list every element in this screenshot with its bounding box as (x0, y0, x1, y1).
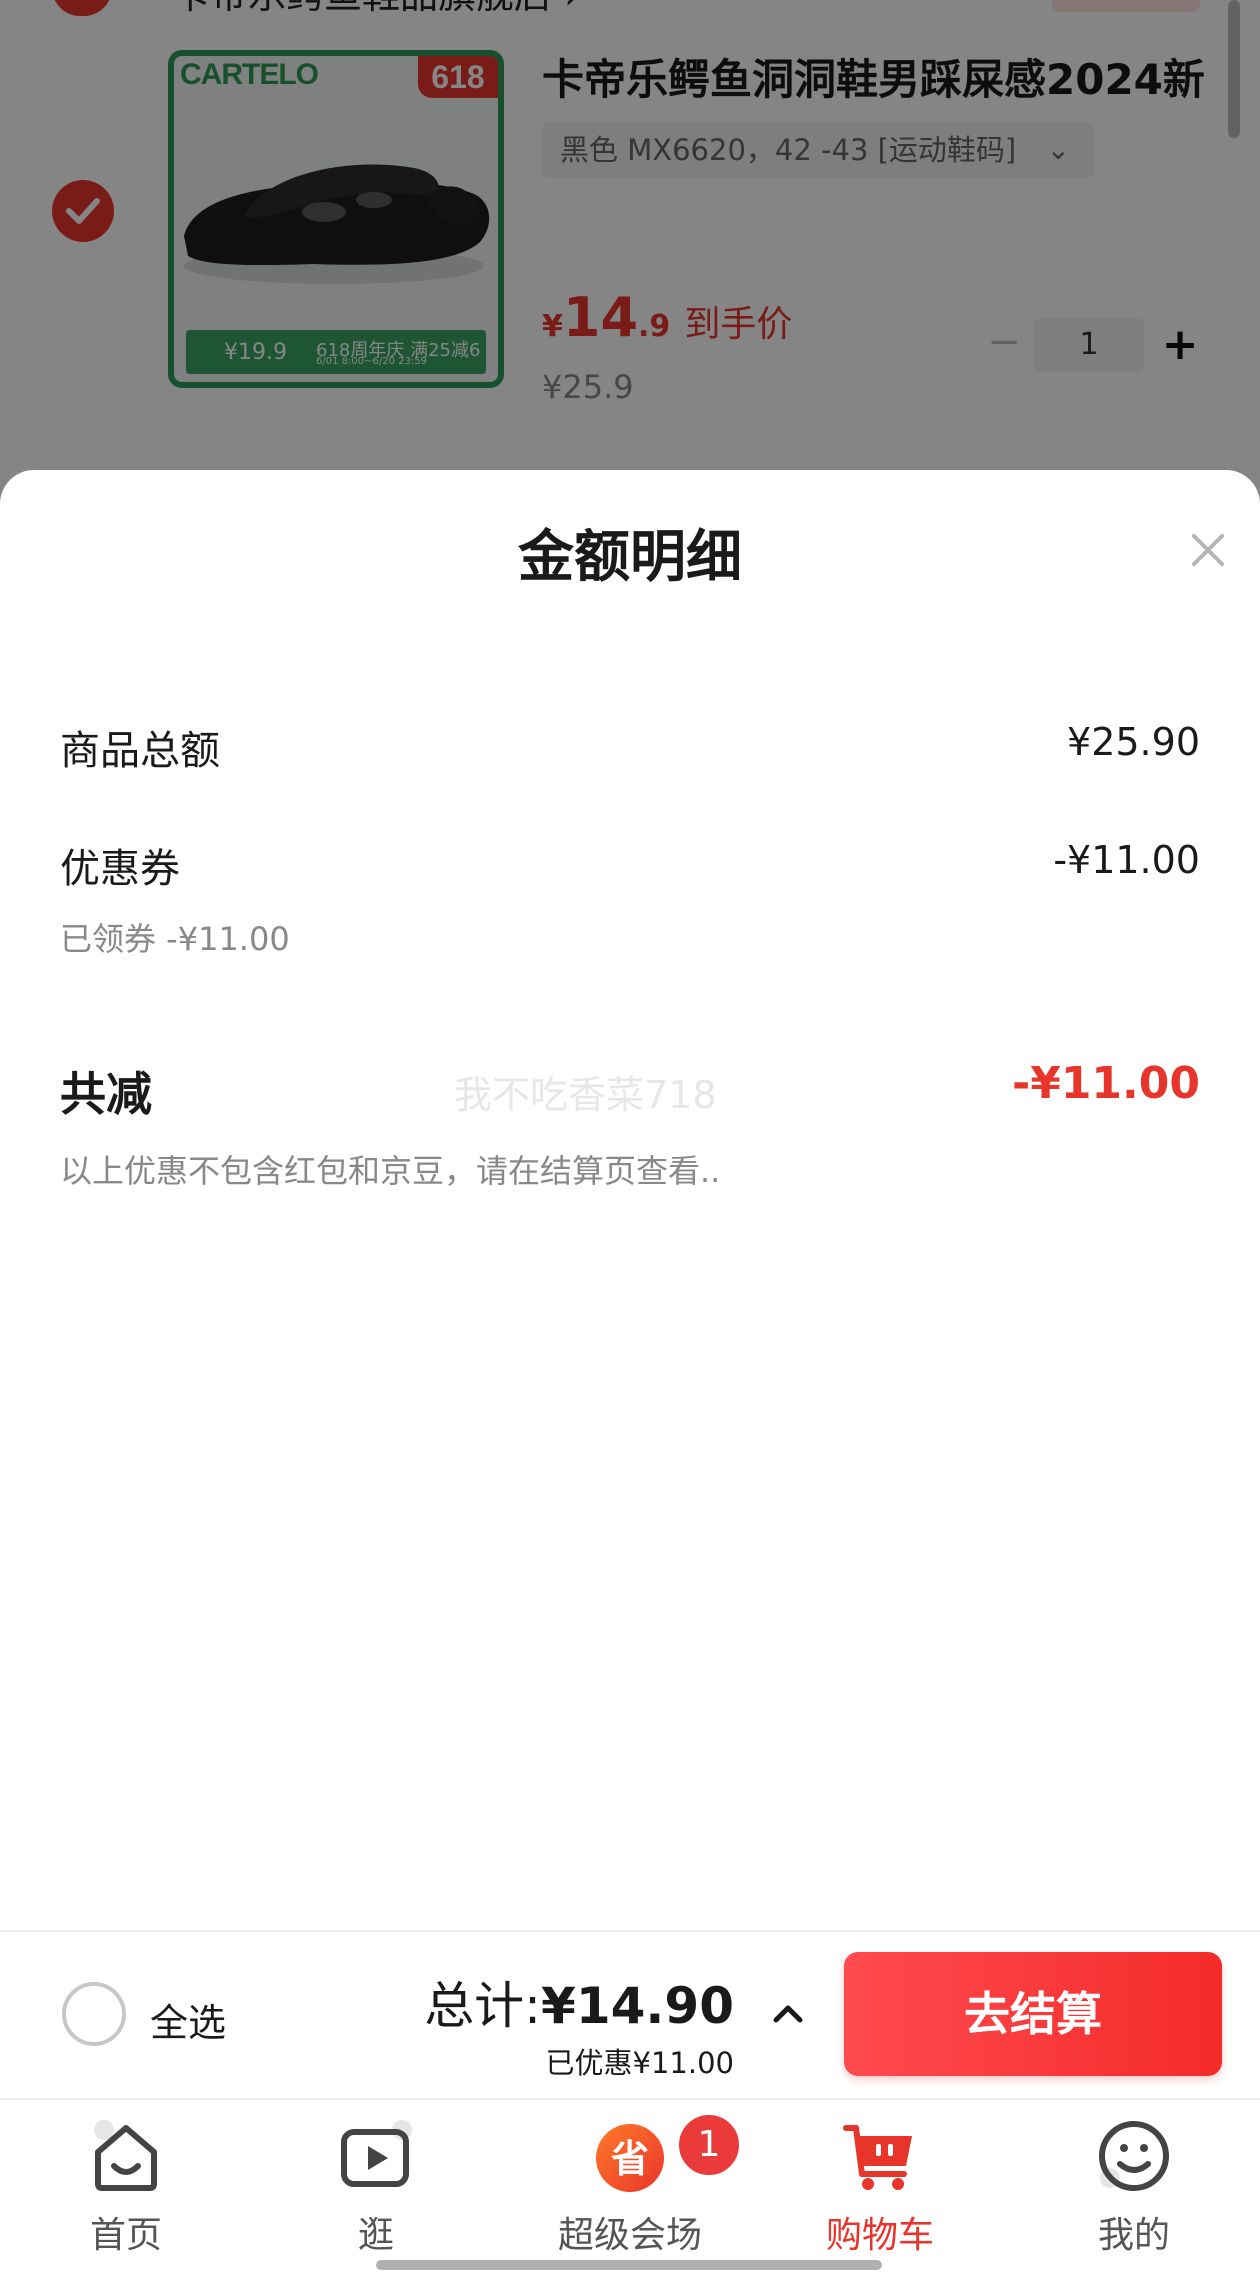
notification-badge: 1 (676, 2112, 742, 2178)
close-icon[interactable] (1186, 528, 1230, 572)
tab-home[interactable]: 首页 (26, 2100, 226, 2274)
total-reduction-label: 共减 (60, 1067, 152, 1121)
goods-total-label: 商品总额 (60, 728, 220, 774)
checkout-bar: 全选 总计:¥14.90 已优惠¥11.00 去结算 (0, 1930, 1260, 2098)
bottom-tab-bar: 首页 逛 省 1 超级会场 购物车 我的 (0, 2098, 1260, 2274)
home-icon (94, 2120, 157, 2191)
modal-overlay[interactable] (0, 0, 1260, 520)
saved-amount: 已优惠¥11.00 (545, 2046, 734, 2080)
amount-detail-sheet: 金额明细 商品总额 ¥25.90 优惠券 -¥11.00 已领券 -¥11.00… (0, 470, 1260, 1930)
tab-label-profile: 我的 (1097, 2215, 1170, 2256)
select-all-radio[interactable] (62, 1982, 126, 2046)
watermark-text: 我不吃香菜718 (454, 1073, 717, 1117)
sheet-title: 金额明细 (518, 525, 742, 590)
select-all-label[interactable]: 全选 (150, 1992, 226, 2047)
tab-browse[interactable]: 逛 (276, 2100, 476, 2274)
goods-total-value: ¥25.90 (1067, 720, 1200, 764)
tab-profile[interactable]: 我的 (1034, 2100, 1234, 2274)
tab-super-venue[interactable]: 省 1 超级会场 (530, 2100, 742, 2274)
home-indicator[interactable] (376, 2260, 882, 2270)
smiley-profile-icon (1099, 2121, 1169, 2191)
cart-icon (843, 2125, 912, 2190)
total-reduction-value: -¥11.00 (1011, 1058, 1200, 1109)
tab-label-super-venue: 超级会场 (557, 2215, 702, 2256)
tab-label-cart: 购物车 (825, 2215, 934, 2256)
super-venue-icon: 省 (596, 2124, 664, 2192)
coupon-label: 优惠券 (60, 846, 180, 892)
checkout-button[interactable]: 去结算 (844, 1952, 1222, 2076)
svg-text:省: 省 (611, 2137, 649, 2181)
tab-label-home: 首页 (89, 2215, 162, 2256)
chevron-up-icon[interactable] (768, 1994, 808, 2034)
total-label: 总计: (424, 1977, 542, 2035)
coupon-value: -¥11.00 (1053, 838, 1200, 882)
tab-label-browse: 逛 (357, 2215, 394, 2256)
coupon-claimed-note: 已领券 -¥11.00 (60, 920, 290, 958)
total-price[interactable]: 总计:¥14.90 (424, 1966, 734, 2038)
video-play-icon (341, 2120, 412, 2187)
total-amount: ¥14.90 (541, 1977, 734, 2035)
tab-cart[interactable]: 购物车 (780, 2100, 980, 2274)
reduction-disclaimer: 以上优惠不包含红包和京豆，请在结算页查看.. (60, 1152, 721, 1190)
